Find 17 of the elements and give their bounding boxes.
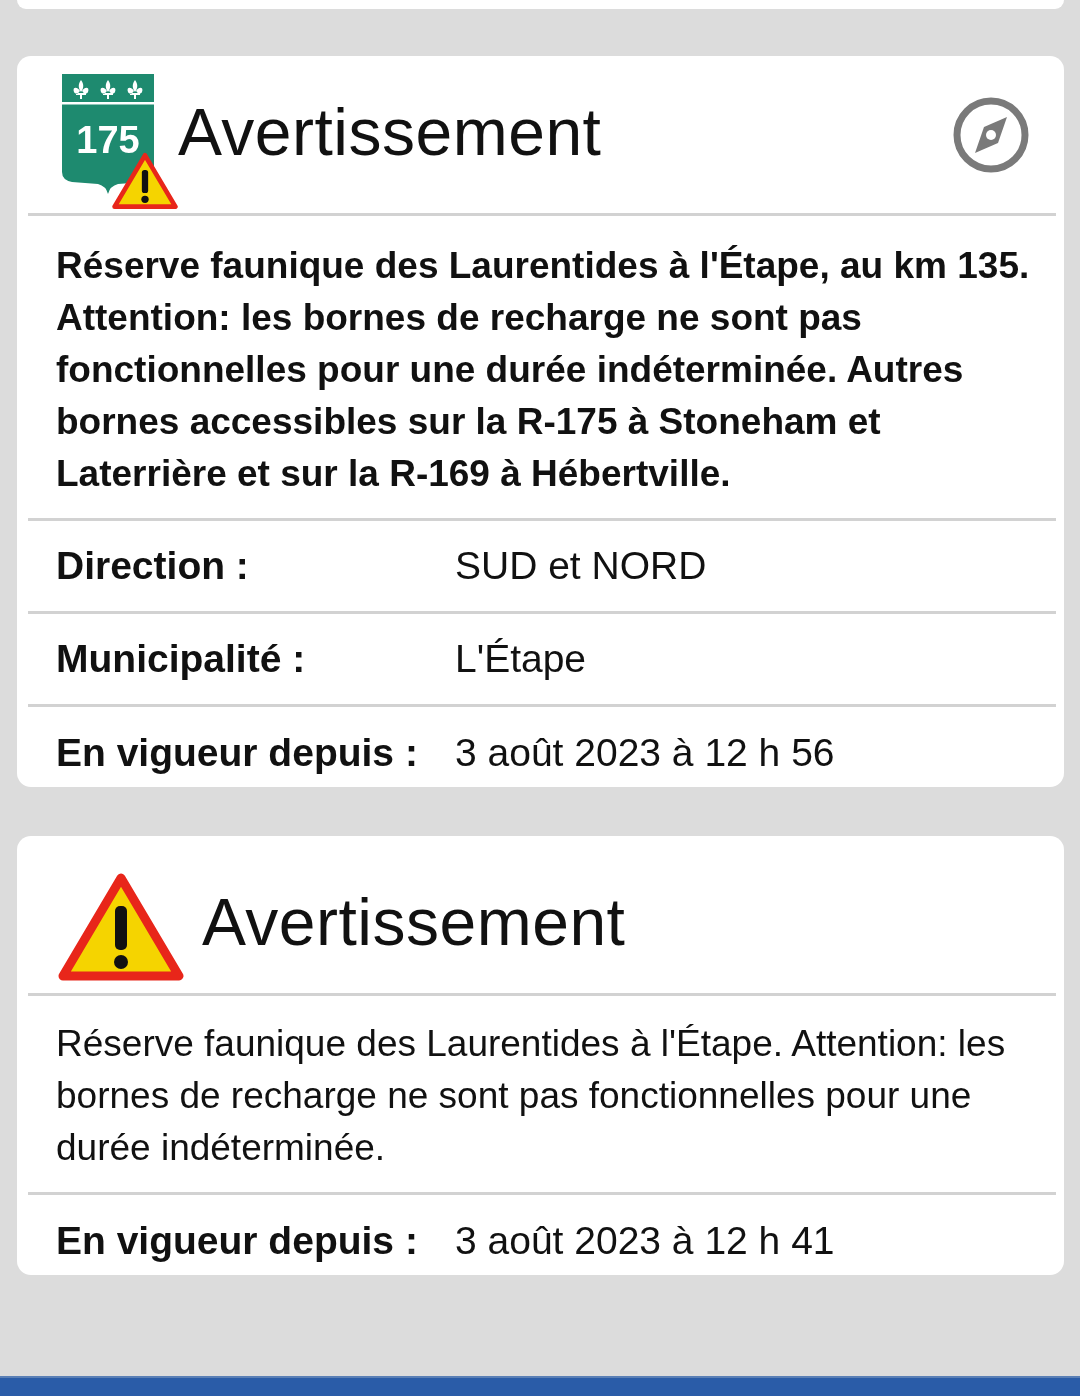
route-number: 175 [75,117,141,162]
field-value: 3 août 2023 à 12 h 41 [455,1219,835,1263]
field-label: Direction : [56,544,250,588]
field-value: L'Étape [455,637,587,681]
card-title: Avertissement [202,883,626,960]
field-value: SUD et NORD [455,544,707,588]
compass-button[interactable] [951,95,1031,175]
alert-description: Réserve faunique des Laurentides à l'Étape, au km 135. Attention: les bornes de recharge ne sont pas fonctionnelles pour une durée indéterminée. Autres bornes accessibles sur la R-175 à Stoneham et Laterrière et sur la R-169 à Hébertville. [28,216,1056,521]
card-title: Avertissement [178,93,602,170]
route-shield-icon [62,73,154,194]
alert-description: Réserve faunique des Laurentides à l'Étape. Attention: les bornes de recharge ne sont pas fonctionnelles pour une durée indéterminée. [28,996,1056,1195]
field-label: En vigueur depuis : [56,1219,419,1263]
warning-icon [58,871,184,982]
field-label: En vigueur depuis : [56,731,419,775]
field-label: Municipalité : [56,637,307,681]
field-value: 3 août 2023 à 12 h 56 [455,731,835,775]
warning-icon [112,151,178,210]
